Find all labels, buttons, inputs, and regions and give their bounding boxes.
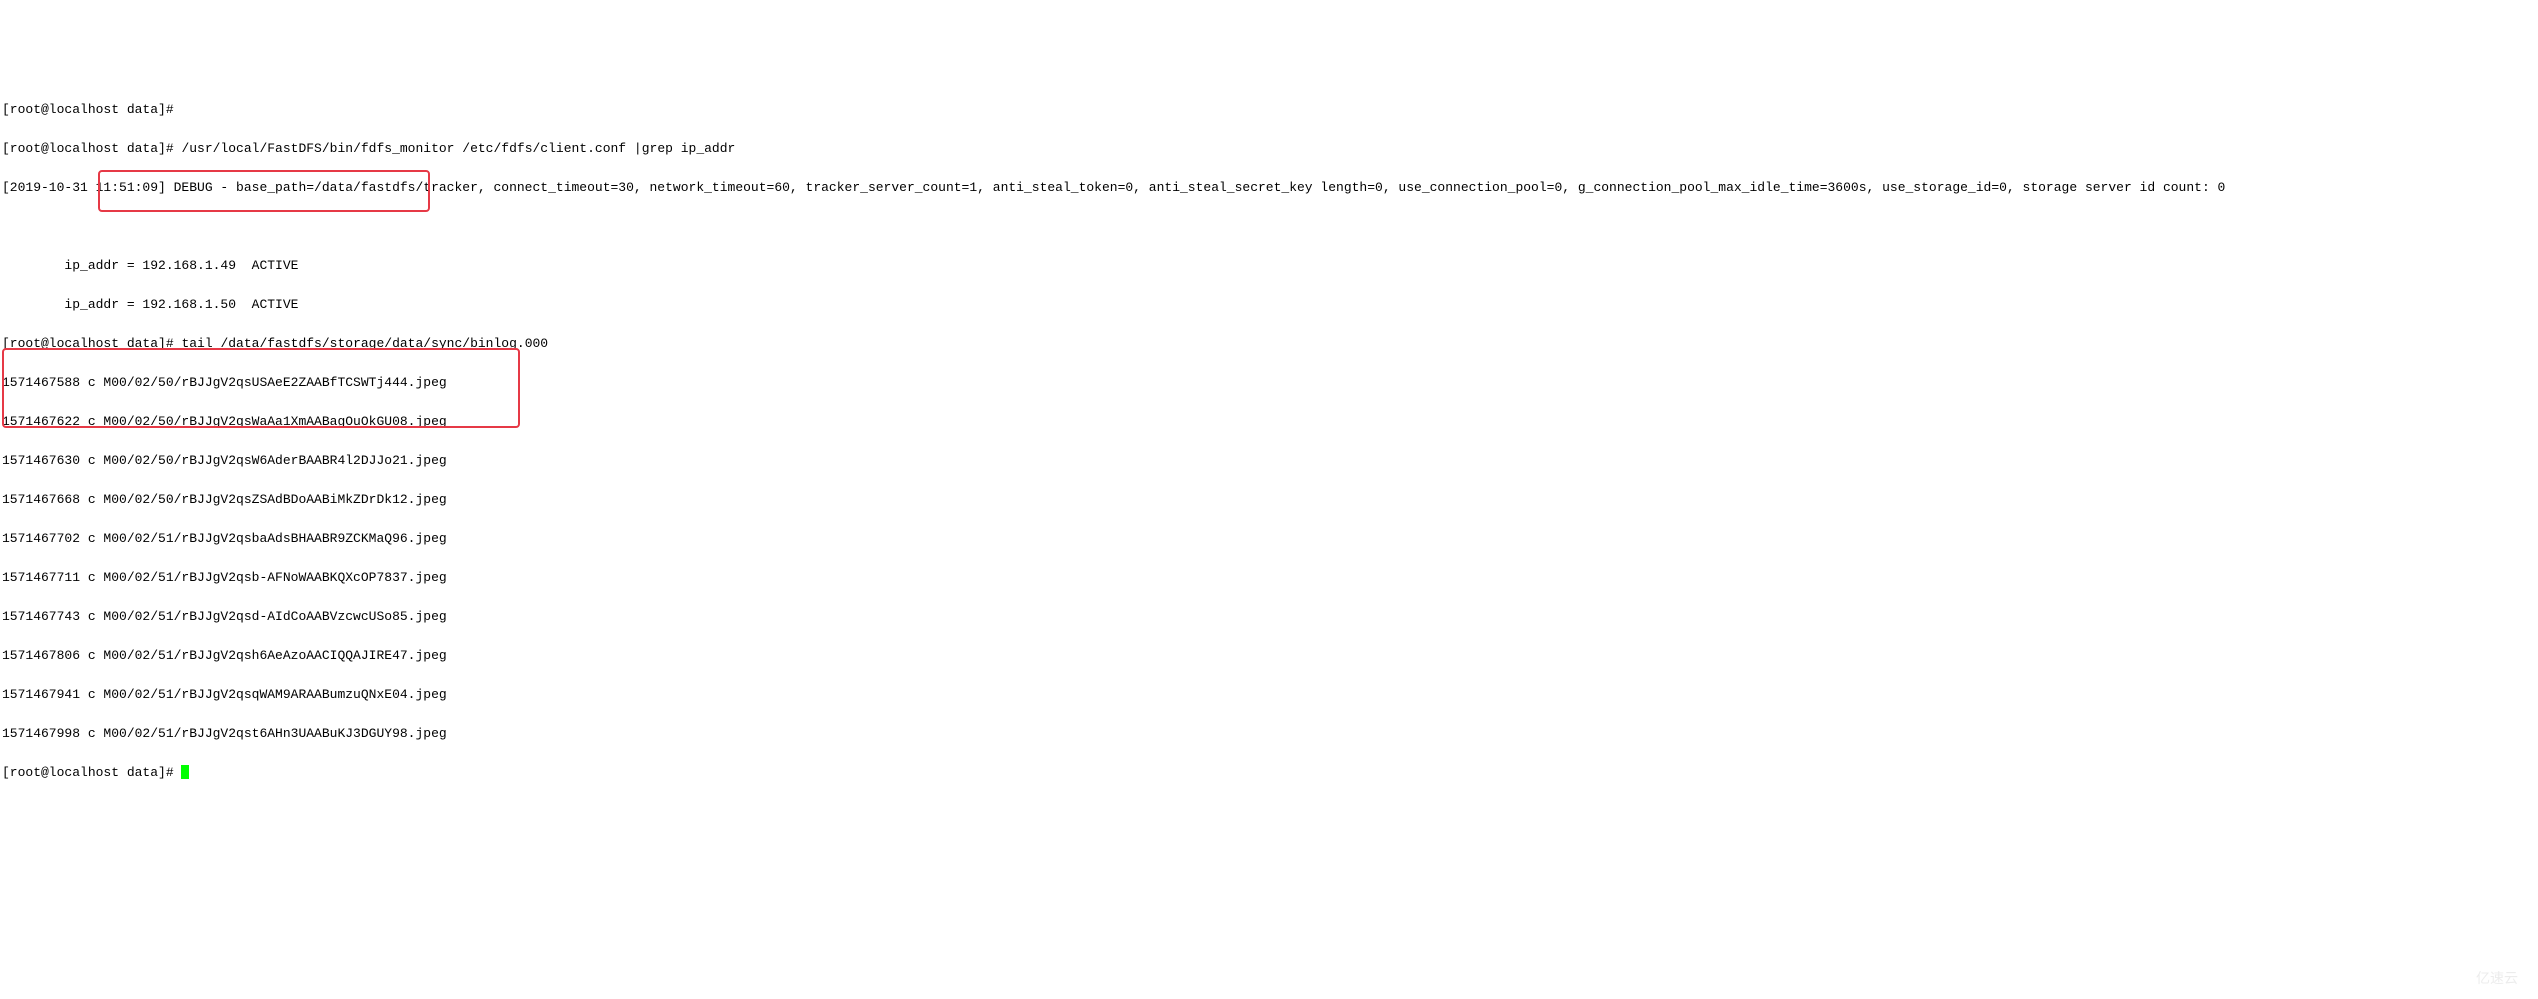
- prompt-line: [root@localhost data]#: [2, 100, 2536, 120]
- command-line: [root@localhost data]# tail /data/fastdf…: [2, 334, 2536, 354]
- binlog-entry: 1571467702 c M00/02/51/rBJJgV2qsbaAdsBHA…: [2, 529, 2536, 549]
- binlog-entry: 1571467941 c M00/02/51/rBJJgV2qsqWAM9ARA…: [2, 685, 2536, 705]
- terminal-output[interactable]: [root@localhost data]# [root@localhost d…: [2, 80, 2536, 860]
- debug-output: [2019-10-31 11:51:09] DEBUG - base_path=…: [2, 178, 2536, 198]
- blank-line: [2, 217, 2536, 237]
- command-text: tail /data/fastdfs/storage/data/sync/bin…: [181, 336, 548, 351]
- command-text: /usr/local/FastDFS/bin/fdfs_monitor /etc…: [181, 141, 735, 156]
- binlog-entry: 1571467630 c M00/02/50/rBJJgV2qsW6AderBA…: [2, 451, 2536, 471]
- binlog-entry: 1571467668 c M00/02/50/rBJJgV2qsZSAdBDoA…: [2, 490, 2536, 510]
- binlog-entry: 1571467743 c M00/02/51/rBJJgV2qsd-AIdCoA…: [2, 607, 2536, 627]
- binlog-entry: 1571467998 c M00/02/51/rBJJgV2qst6AHn3UA…: [2, 724, 2536, 744]
- binlog-entry: 1571467622 c M00/02/50/rBJJgV2qsWaAa1XmA…: [2, 412, 2536, 432]
- command-line: [root@localhost data]# /usr/local/FastDF…: [2, 139, 2536, 159]
- watermark-text: 亿速云: [2476, 968, 2518, 989]
- cursor-icon: [181, 765, 189, 779]
- binlog-entry: 1571467588 c M00/02/50/rBJJgV2qsUSAeE2ZA…: [2, 373, 2536, 393]
- binlog-entry: 1571467806 c M00/02/51/rBJJgV2qsh6AeAzoA…: [2, 646, 2536, 666]
- binlog-entry: 1571467711 c M00/02/51/rBJJgV2qsb-AFNoWA…: [2, 568, 2536, 588]
- ip-addr-line: ip_addr = 192.168.1.49 ACTIVE: [2, 256, 2536, 276]
- ip-addr-line: ip_addr = 192.168.1.50 ACTIVE: [2, 295, 2536, 315]
- shell-prompt: [root@localhost data]#: [2, 102, 181, 117]
- shell-prompt: [root@localhost data]#: [2, 141, 181, 156]
- shell-prompt: [root@localhost data]#: [2, 336, 181, 351]
- shell-prompt: [root@localhost data]#: [2, 765, 181, 780]
- prompt-line: [root@localhost data]#: [2, 763, 2536, 783]
